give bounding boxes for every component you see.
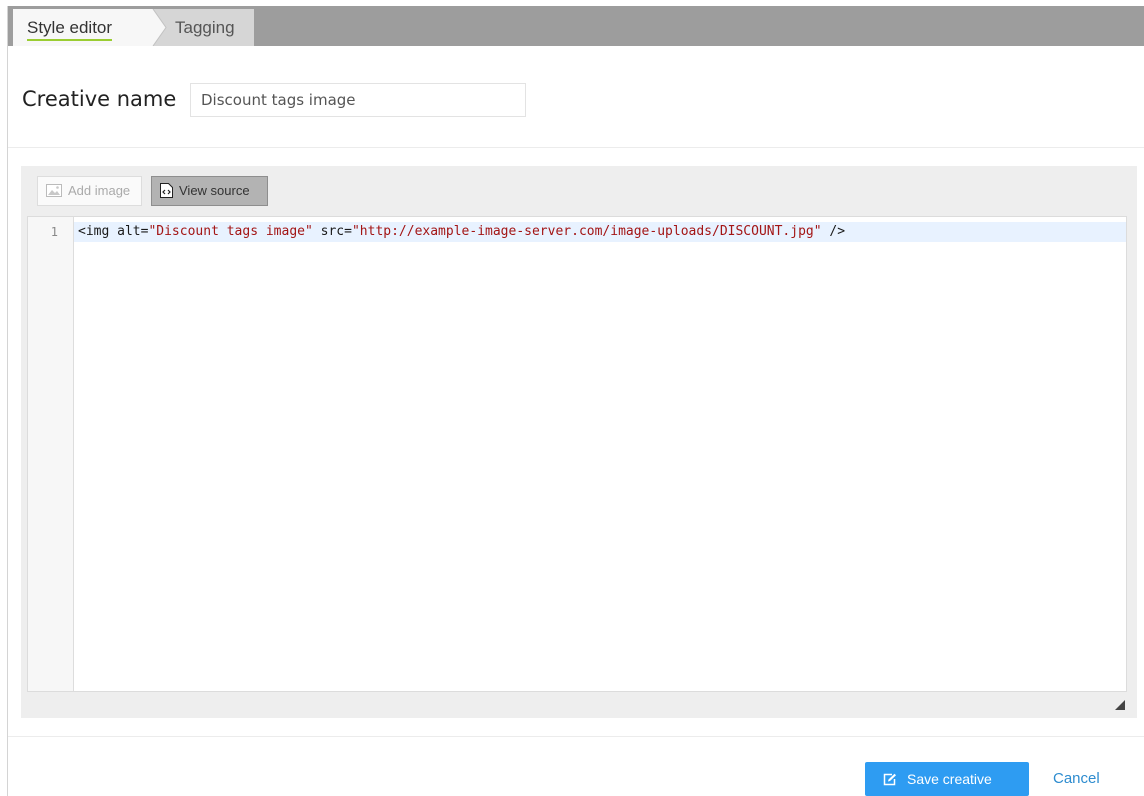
save-creative-label: Save creative	[907, 771, 992, 787]
creative-name-label: Creative name	[22, 87, 177, 111]
code-token-close: />	[821, 224, 846, 239]
line-number: 1	[50, 225, 58, 239]
save-creative-button[interactable]: Save creative	[865, 762, 1029, 796]
code-token-tag: <img	[78, 224, 118, 239]
code-token-string-src: "http://example-image-server.com/image-u…	[351, 224, 822, 239]
divider	[8, 736, 1144, 737]
creative-editor-window: Tagging Style editor Creative name Add i…	[7, 6, 1144, 796]
view-source-button[interactable]: View source	[151, 176, 268, 206]
tab-style-editor[interactable]: Style editor	[13, 9, 167, 46]
resize-handle-icon[interactable]	[1115, 700, 1125, 710]
add-image-label: Add image	[68, 183, 131, 198]
tab-arrow-shape	[152, 9, 167, 46]
cancel-link[interactable]: Cancel	[1053, 770, 1100, 787]
edit-icon	[883, 773, 896, 786]
creative-name-input[interactable]	[190, 83, 526, 117]
line-number-gutter: 1	[28, 217, 74, 691]
image-icon	[46, 184, 62, 198]
code-token-attr-src: src=	[312, 224, 352, 239]
tab-bar: Tagging Style editor	[8, 6, 1144, 46]
code-token-string-alt: "Discount tags image"	[148, 224, 313, 239]
source-code-icon	[160, 183, 173, 199]
source-code-editor[interactable]: 1 <img alt="Discount tags image" src="ht…	[27, 216, 1127, 692]
tab-tagging-label: Tagging	[175, 18, 235, 37]
add-image-button[interactable]: Add image	[37, 176, 142, 206]
tab-style-editor-label: Style editor	[27, 18, 113, 41]
code-line-active[interactable]: <img alt="Discount tags image" src="http…	[74, 222, 1126, 242]
divider	[8, 147, 1144, 148]
code-token-attr-alt: alt=	[117, 224, 149, 239]
editor-panel: Add image View source 1 <img alt="Discou…	[21, 166, 1137, 718]
view-source-label: View source	[179, 183, 250, 198]
